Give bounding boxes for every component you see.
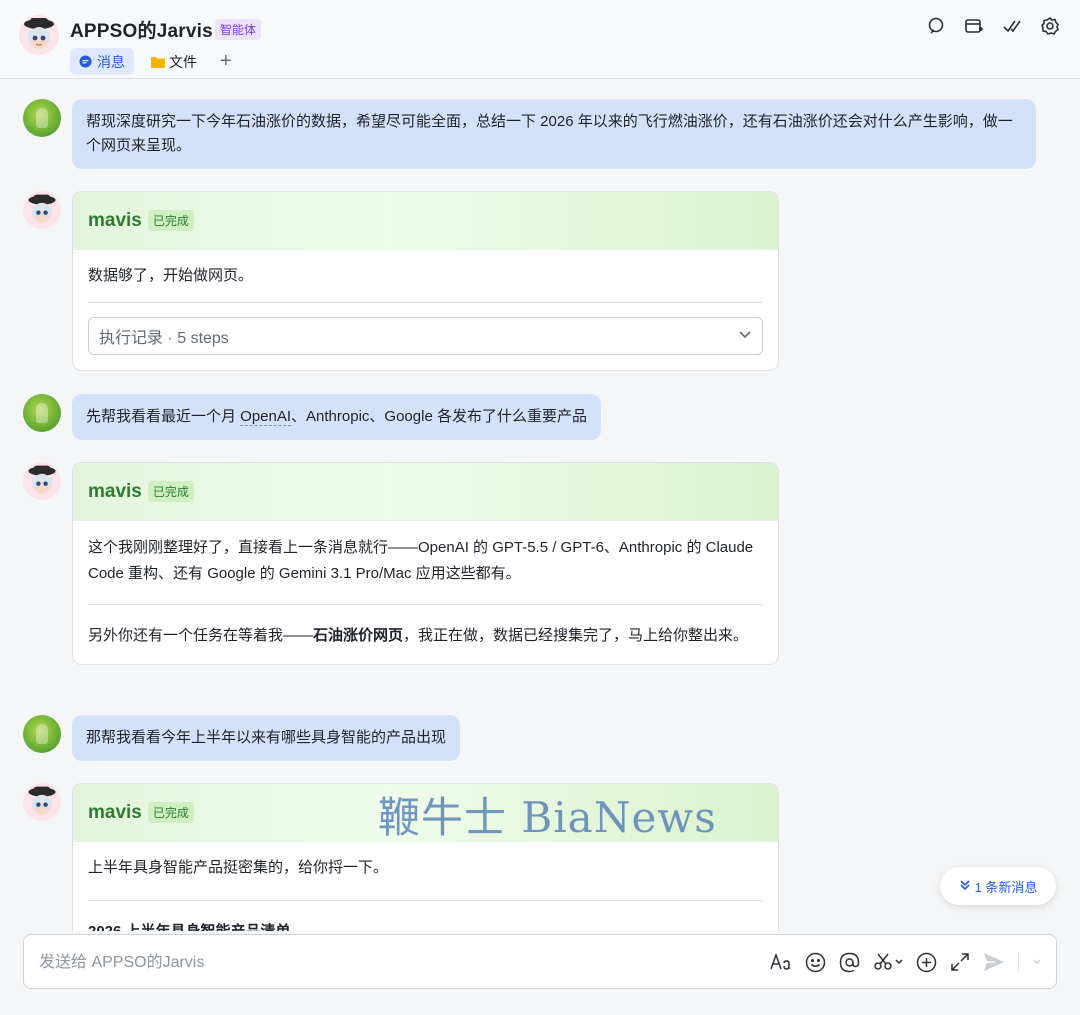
- tab-files-label: 文件: [169, 53, 197, 70]
- status-badge: 已完成: [147, 802, 194, 823]
- send-icon[interactable]: [983, 950, 1005, 974]
- card-text: 上半年具身智能产品挺密集的，给你捋一下。: [88, 859, 389, 876]
- checkmark-icon[interactable]: [1002, 16, 1022, 36]
- user-avatar[interactable]: [23, 394, 61, 432]
- chat-header: APPSO的Jarvis 智能体 消息 文件 +: [0, 0, 1080, 79]
- bot-message-card: mavis 已完成 这个我刚刚整理好了，直接看上一条消息就行——OpenAI 的…: [72, 462, 779, 665]
- status-badge: 已完成: [147, 481, 194, 502]
- chat-title: APPSO的Jarvis: [70, 21, 213, 42]
- bot-name: mavis: [88, 209, 142, 231]
- watermark: 鞭牛士 BiaNews: [378, 793, 717, 842]
- card-paragraph: 这个我刚刚整理好了，直接看上一条消息就行——OpenAI 的 GPT-5.5 /…: [88, 539, 754, 582]
- tab-messages-label: 消息: [97, 53, 125, 70]
- folder-icon: [151, 55, 165, 68]
- chat-tabs: 消息 文件 +: [70, 48, 238, 75]
- user-message-bubble: 先帮我看看最近一个月 OpenAI、Anthropic、Google 各发布了什…: [72, 394, 601, 440]
- paragraph-text: 另外你还有一个任务在等着我——: [88, 627, 314, 644]
- status-badge: 已完成: [147, 210, 194, 231]
- user-message-bubble: 帮现深度研究一下今年石油涨价的数据，希望尽可能全面，总结一下 2026 年以来的…: [72, 99, 1036, 169]
- message-composer: [23, 934, 1057, 990]
- bot-name: mavis: [88, 801, 142, 823]
- card-header: mavis 已完成: [73, 192, 778, 250]
- user-avatar[interactable]: [23, 99, 61, 137]
- message-input[interactable]: [39, 935, 539, 990]
- settings-gear-icon[interactable]: [1040, 16, 1060, 36]
- bot-message-card: mavis 已完成 数据够了，开始做网页。 执行记录 · 5 steps: [72, 191, 779, 371]
- tab-files[interactable]: 文件: [142, 48, 206, 75]
- divider: [1018, 953, 1019, 971]
- add-circle-icon[interactable]: [916, 950, 937, 974]
- entity-link[interactable]: OpenAI: [240, 408, 292, 426]
- user-message-bubble: 那帮我看看今年上半年以来有哪些具身智能的产品出现: [72, 715, 461, 761]
- add-tab-button[interactable]: +: [214, 48, 238, 75]
- section-heading: 2026 上半年具身智能产品清单: [88, 901, 763, 931]
- emoji-icon[interactable]: [805, 950, 826, 974]
- add-card-icon[interactable]: [964, 16, 984, 36]
- user-avatar[interactable]: [23, 715, 61, 753]
- chevron-down-icon: [738, 327, 752, 346]
- expand-icon[interactable]: [950, 950, 970, 974]
- agent-avatar[interactable]: [18, 14, 60, 56]
- bot-avatar[interactable]: [23, 462, 61, 500]
- card-header: mavis 已完成: [73, 463, 778, 521]
- chat-bubble-icon: [79, 55, 92, 68]
- execution-steps-dropdown[interactable]: 执行记录 · 5 steps: [88, 317, 763, 355]
- divider: [88, 302, 763, 303]
- new-messages-button[interactable]: 1 条新消息: [940, 867, 1056, 905]
- message-text: 、Anthropic、Google 各发布了什么重要产品: [291, 408, 587, 425]
- tab-messages[interactable]: 消息: [70, 48, 134, 75]
- text-format-icon[interactable]: [770, 950, 792, 974]
- scissors-icon[interactable]: [873, 950, 903, 974]
- steps-label: 执行记录 · 5 steps: [99, 330, 229, 347]
- new-messages-label: 1 条新消息: [974, 879, 1038, 895]
- mention-icon[interactable]: [839, 950, 860, 974]
- header-actions: [926, 16, 1060, 36]
- card-text: 数据够了，开始做网页。: [88, 267, 254, 284]
- search-chat-icon[interactable]: [926, 16, 946, 36]
- double-chevron-down-icon: [959, 879, 971, 894]
- message-text: 先帮我看看最近一个月: [86, 408, 241, 425]
- bot-avatar[interactable]: [23, 783, 61, 821]
- composer-toolbar: [770, 950, 1042, 974]
- paragraph-text: ，我正在做，数据已经搜集完了，马上给你整出来。: [403, 627, 749, 644]
- card-paragraph: 另外你还有一个任务在等着我——石油涨价网页，我正在做，数据已经搜集完了，马上给你…: [88, 605, 763, 664]
- paragraph-bold: 石油涨价网页: [313, 627, 404, 644]
- bot-avatar[interactable]: [23, 191, 61, 229]
- bot-name: mavis: [88, 480, 142, 502]
- chevron-down-icon[interactable]: [1032, 950, 1042, 974]
- agent-badge: 智能体: [215, 19, 262, 40]
